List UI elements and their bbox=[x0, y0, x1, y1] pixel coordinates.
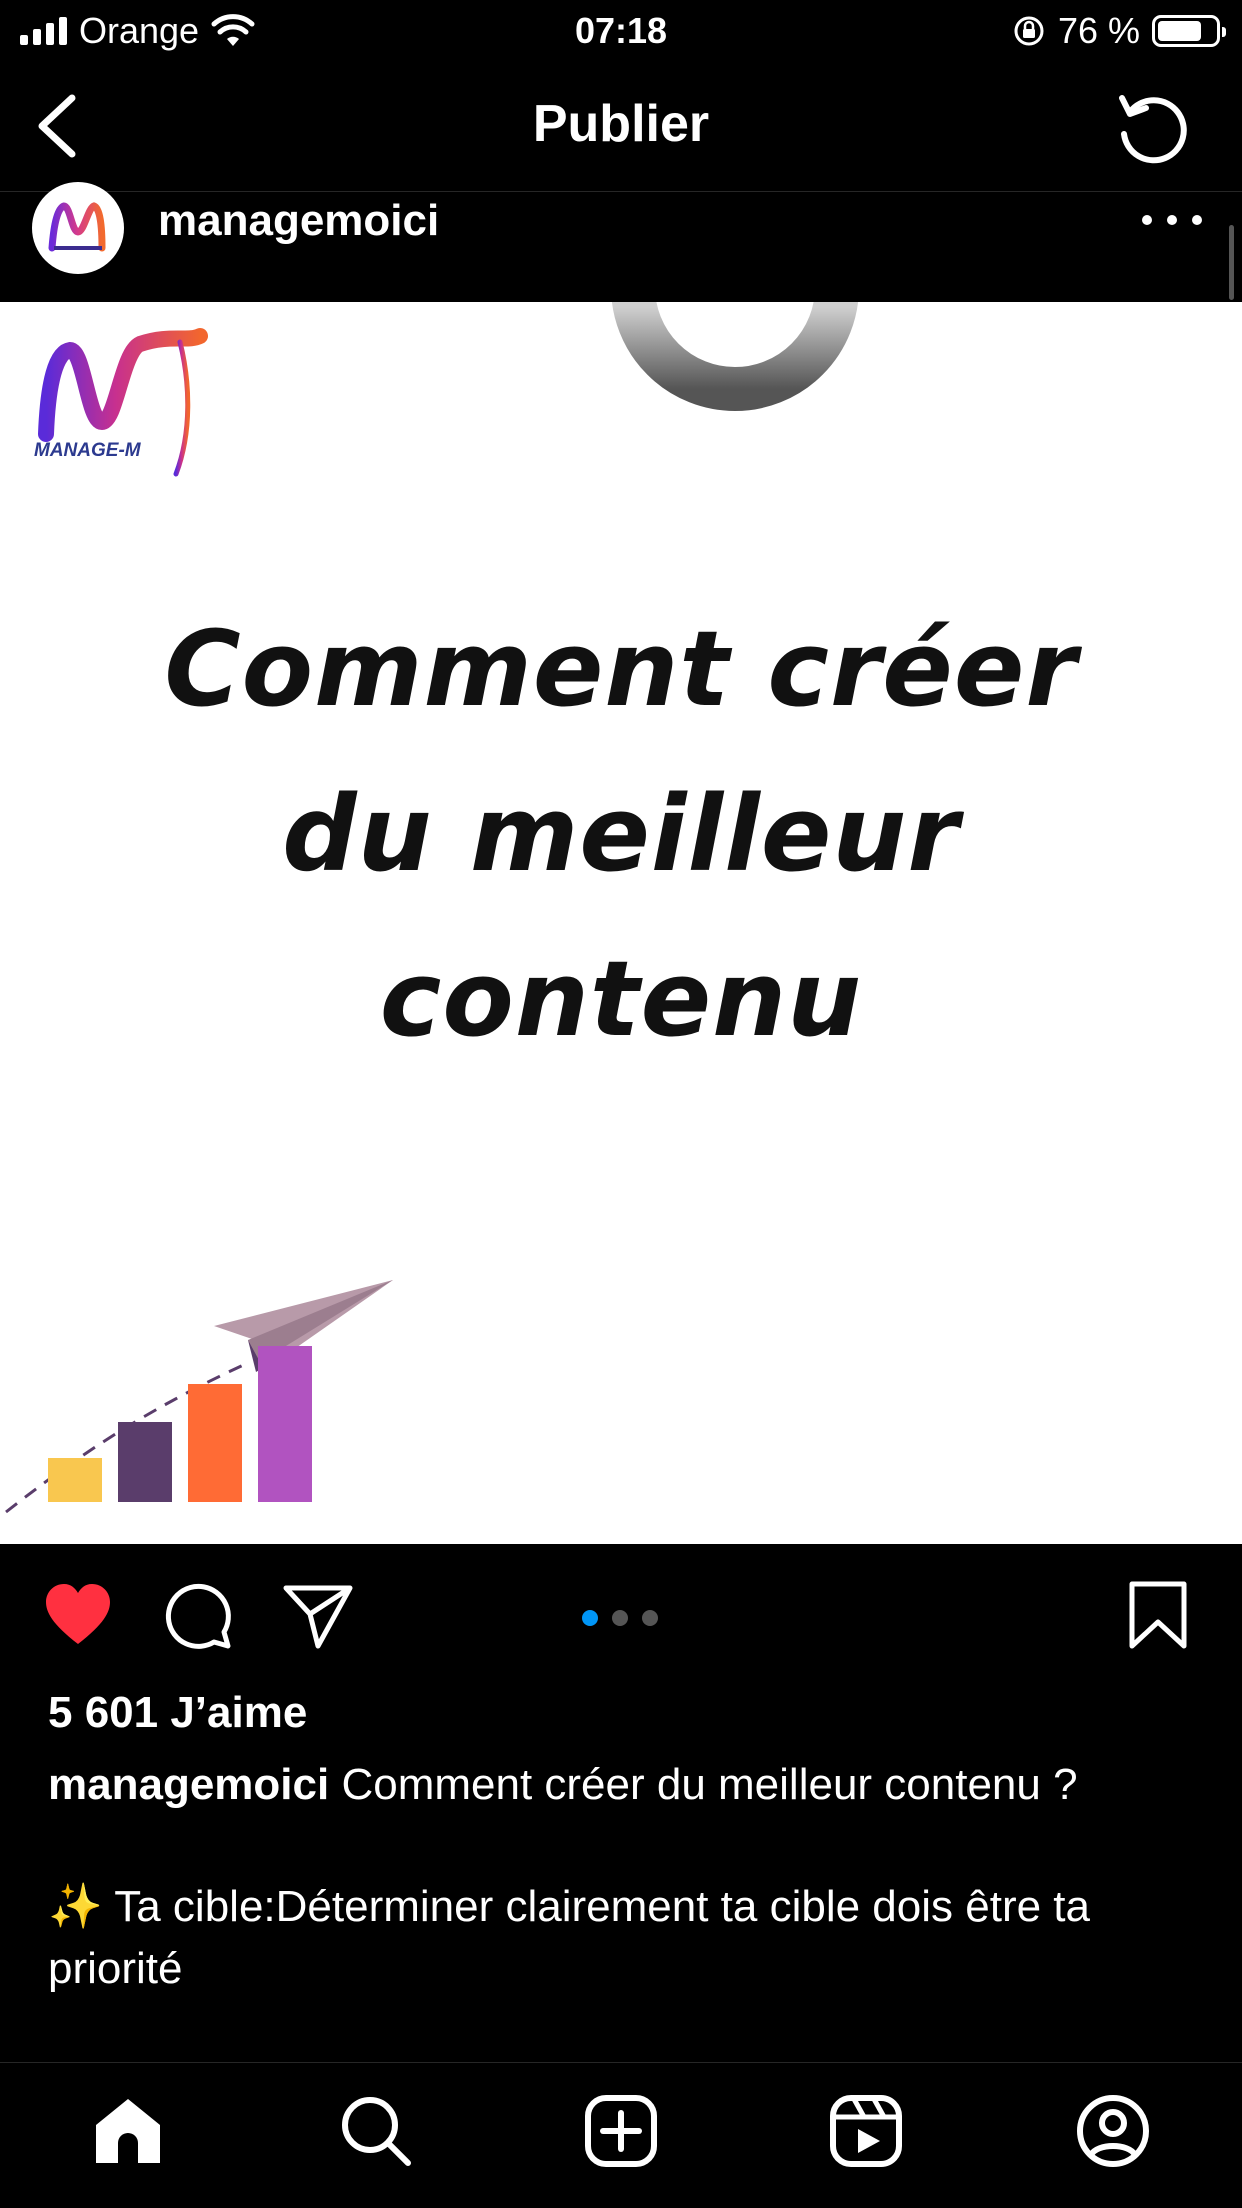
comment-icon[interactable] bbox=[162, 1580, 234, 1652]
carousel-dot bbox=[612, 1610, 628, 1626]
caption-body: ✨ Ta cible:Déterminer clairement ta cibl… bbox=[48, 1876, 1208, 2000]
caption-body-text: Ta cible:Déterminer clairement ta cible … bbox=[48, 1882, 1090, 1993]
bookmark-icon[interactable] bbox=[1122, 1580, 1194, 1652]
post-headline: Comment créer du meilleur contenu bbox=[0, 587, 1242, 1082]
more-options-icon[interactable] bbox=[1142, 208, 1202, 232]
post-image[interactable]: MANAGE-M Comment créer du meilleur conte… bbox=[0, 302, 1242, 1544]
carousel-dot bbox=[642, 1610, 658, 1626]
post-username[interactable]: managemoici bbox=[158, 196, 439, 246]
sparkle-emoji: ✨ bbox=[48, 1882, 103, 1931]
battery-fill bbox=[1158, 21, 1201, 41]
headline-line: contenu bbox=[379, 938, 863, 1060]
growth-chart-illustration bbox=[5, 1280, 393, 1514]
share-icon[interactable] bbox=[282, 1580, 354, 1652]
status-bar: Orange 07:18 76 % bbox=[0, 0, 1242, 64]
carousel-dot bbox=[582, 1610, 598, 1626]
profile-icon[interactable] bbox=[1075, 2093, 1151, 2169]
tab-bar bbox=[0, 2062, 1242, 2208]
battery-icon bbox=[1152, 15, 1226, 47]
caption-title: Comment créer du meilleur contenu ? bbox=[341, 1760, 1078, 1809]
home-icon[interactable] bbox=[90, 2093, 166, 2169]
headline-line: Comment créer bbox=[164, 608, 1078, 730]
heart-icon[interactable] bbox=[42, 1580, 114, 1652]
battery-percent: 76 % bbox=[1057, 10, 1140, 51]
svg-text:MANAGE-M: MANAGE-M bbox=[34, 440, 142, 461]
decorative-ring-icon bbox=[612, 302, 858, 411]
scrollbar[interactable] bbox=[1229, 225, 1234, 300]
headline-line: du meilleur bbox=[282, 773, 960, 895]
rotation-lock-icon bbox=[1014, 16, 1044, 46]
post-actions bbox=[0, 1544, 1242, 1684]
avatar-logo bbox=[48, 202, 106, 252]
manage-moi-logo: MANAGE-M bbox=[34, 328, 208, 477]
post-caption: managemoici Comment créer du meilleur co… bbox=[48, 1754, 1208, 1816]
avatar[interactable] bbox=[32, 182, 124, 274]
create-icon[interactable] bbox=[583, 2093, 659, 2169]
header: Publier bbox=[0, 64, 1242, 192]
carousel-indicator bbox=[582, 1610, 658, 1626]
caption-username[interactable]: managemoici bbox=[48, 1760, 329, 1809]
reels-icon[interactable] bbox=[828, 2093, 904, 2169]
search-icon[interactable] bbox=[338, 2093, 414, 2169]
status-right: 76 % bbox=[1012, 10, 1226, 52]
page-title: Publier bbox=[532, 95, 710, 153]
likes-count[interactable]: 5 601 J’aime bbox=[48, 1688, 307, 1738]
refresh-icon[interactable] bbox=[1114, 88, 1190, 164]
post-author-row: managemoici bbox=[0, 182, 1242, 302]
